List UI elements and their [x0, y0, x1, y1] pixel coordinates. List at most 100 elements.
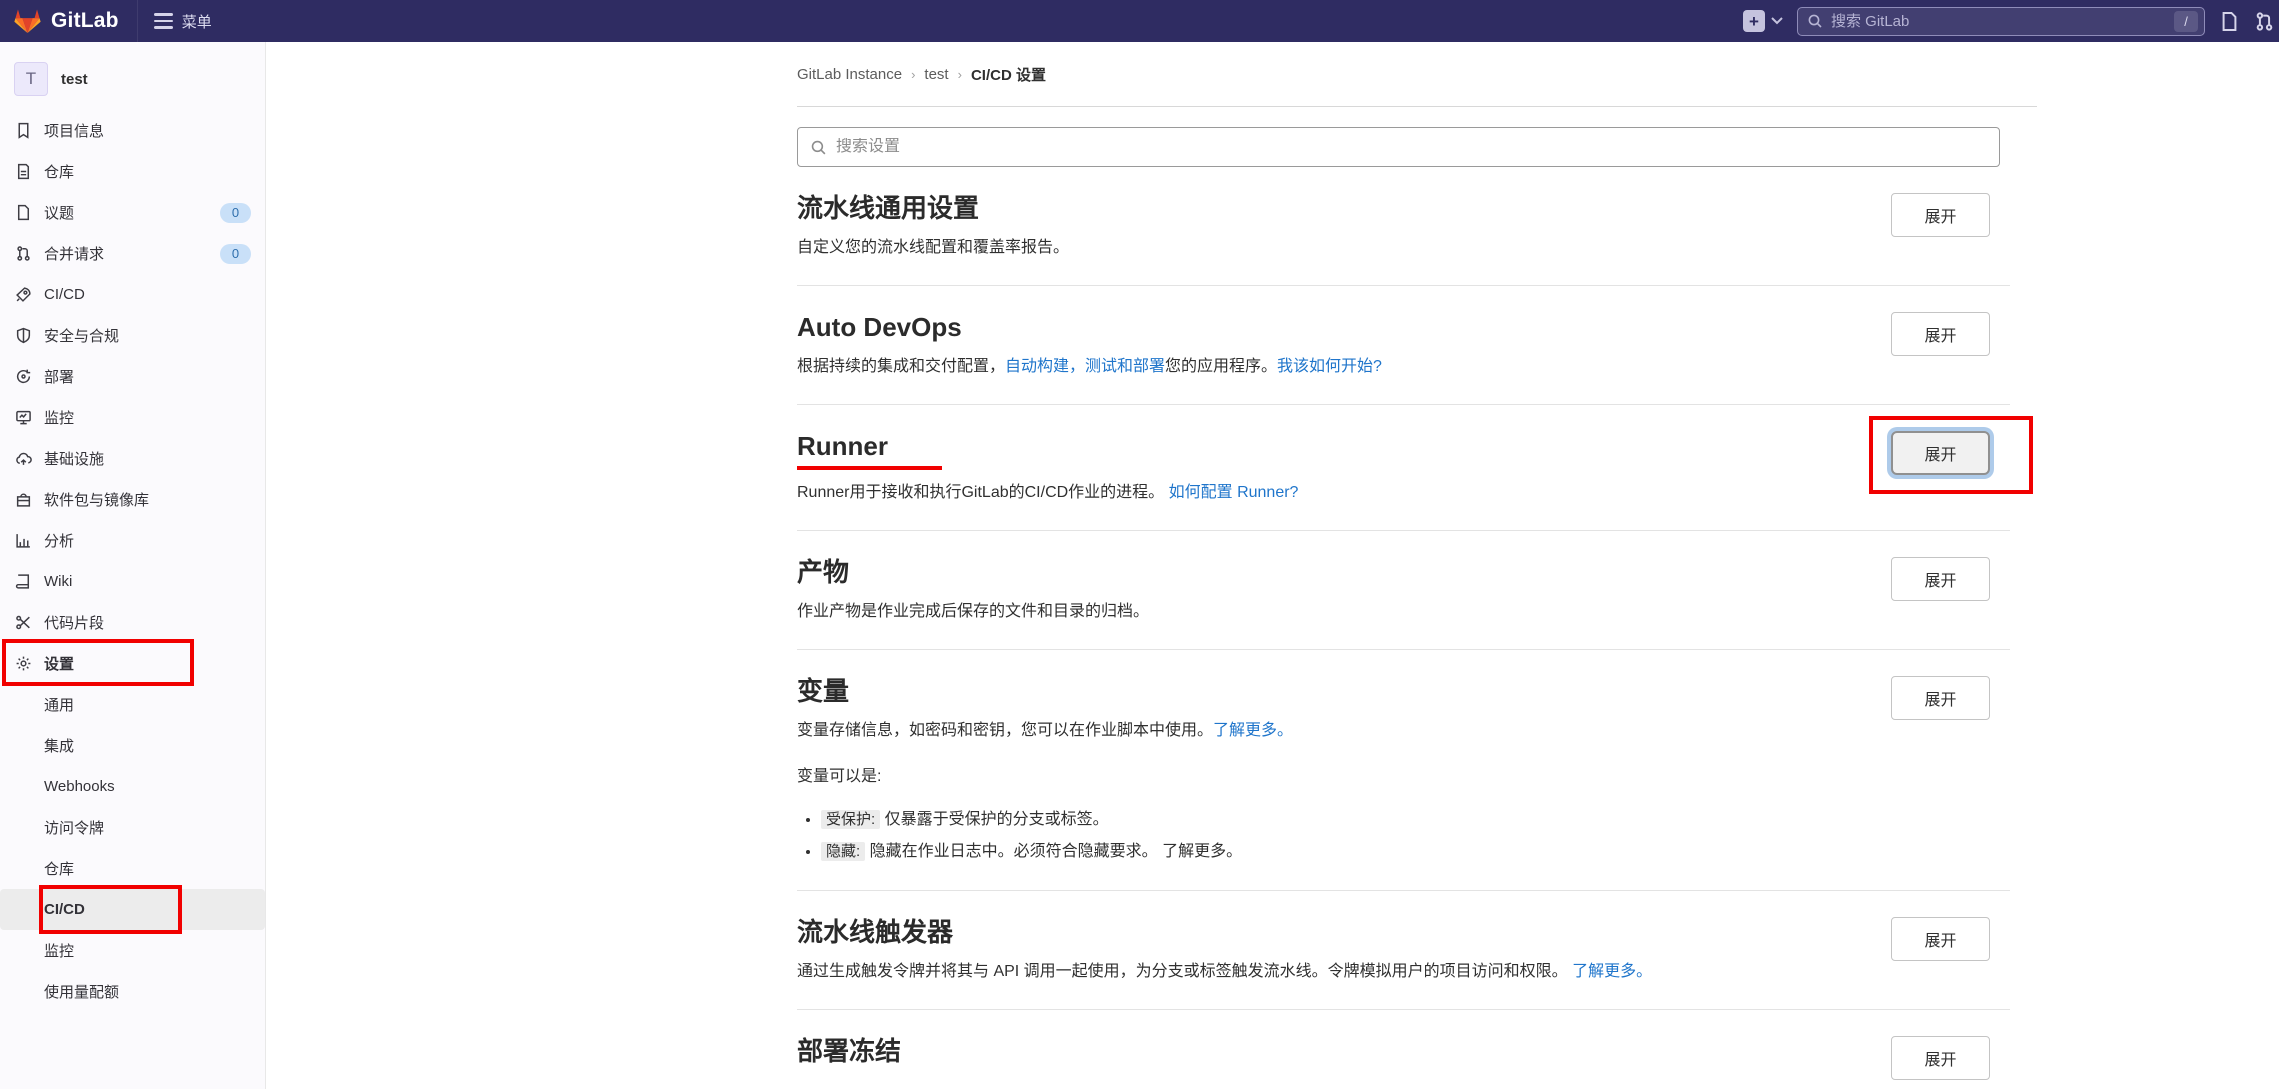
how-to-start-link[interactable]: 我该如何开始? — [1277, 358, 1382, 375]
menu-label: 菜单 — [182, 11, 212, 32]
issues-icon — [14, 204, 32, 221]
deploy-icon — [14, 368, 32, 385]
breadcrumb: GitLab Instance › test › CI/CD 设置 — [797, 64, 2010, 85]
sidebar-item-monitor[interactable]: 监控 — [0, 397, 265, 438]
project-info-icon — [14, 122, 32, 139]
annotation-underline-runner — [797, 466, 942, 470]
hamburger-icon — [154, 13, 173, 29]
list-item: 隐藏: 隐藏在作业日志中。必须符合隐藏要求。 了解更多。 — [821, 840, 1798, 864]
top-navbar: GitLab 菜单 + / — [0, 0, 2279, 42]
section-runner: Runner Runner用于接收和执行GitLab的CI/CD作业的进程。 如… — [797, 405, 2010, 531]
slash-shortcut-key: / — [2174, 11, 2198, 32]
auto-devops-link[interactable]: 自动构建，测试和部署 — [1005, 358, 1165, 375]
book-icon — [14, 573, 32, 590]
sidebar-subitem-webhooks[interactable]: Webhooks — [0, 766, 265, 807]
brand-name: GitLab — [51, 9, 119, 33]
repository-icon — [14, 163, 32, 180]
project-header[interactable]: T test — [0, 54, 265, 110]
section-title: Auto DevOps — [797, 310, 1798, 344]
section-title: 流水线触发器 — [797, 915, 1798, 949]
expand-button-runner[interactable]: 展开 — [1891, 431, 1990, 475]
variables-subheading: 变量可以是: — [797, 762, 1798, 786]
search-icon — [810, 139, 827, 156]
sidebar-item-repository[interactable]: 仓库 — [0, 151, 265, 192]
sidebar-item-infrastructure[interactable]: 基础设施 — [0, 438, 265, 479]
project-sidebar: T test 项目信息 仓库 议题 0 合并请求 0 CI/CD 安全与合规 — [0, 42, 266, 1089]
settings-search-input[interactable] — [827, 138, 1987, 156]
section-title: 部署冻结 — [797, 1034, 1798, 1068]
breadcrumb-root[interactable]: GitLab Instance — [797, 66, 902, 83]
sidebar-subitem-usage-quotas[interactable]: 使用量配额 — [0, 971, 265, 1012]
merge-requests-count-badge: 0 — [220, 244, 251, 264]
expand-button[interactable]: 展开 — [1891, 193, 1990, 237]
expand-button[interactable]: 展开 — [1891, 1036, 1990, 1080]
settings-search-box[interactable] — [797, 127, 2000, 167]
section-deploy-freeze: 部署冻结 展开 — [797, 1010, 2010, 1089]
section-title: Runner — [797, 429, 1798, 463]
shield-icon — [14, 327, 32, 344]
gear-icon — [14, 655, 32, 672]
sidebar-item-wiki[interactable]: Wiki — [0, 561, 265, 602]
chevron-right-icon: › — [958, 67, 962, 82]
sidebar-item-analytics[interactable]: 分析 — [0, 520, 265, 561]
masked-badge: 隐藏: — [821, 842, 865, 861]
breadcrumb-project[interactable]: test — [924, 66, 948, 83]
sidebar-item-security[interactable]: 安全与合规 — [0, 315, 265, 356]
rocket-icon — [14, 286, 32, 303]
chart-icon — [14, 532, 32, 549]
project-avatar: T — [14, 62, 48, 96]
protected-badge: 受保护: — [821, 810, 880, 829]
section-title: 变量 — [797, 674, 1798, 708]
learn-more-link[interactable]: 了解更多。 — [1572, 963, 1652, 980]
gitlab-tanuki-icon — [14, 8, 41, 34]
learn-more-link[interactable]: 了解更多。 — [1213, 722, 1293, 739]
sidebar-item-project-info[interactable]: 项目信息 — [0, 110, 265, 151]
global-search-input[interactable] — [1823, 13, 2174, 30]
section-title: 产物 — [797, 555, 1798, 589]
plus-icon: + — [1743, 10, 1765, 32]
sidebar-subitem-access-tokens[interactable]: 访问令牌 — [0, 807, 265, 848]
section-pipeline-general: 流水线通用设置 自定义您的流水线配置和覆盖率报告。 展开 — [797, 167, 2010, 286]
section-artifacts: 产物 作业产物是作业完成后保存的文件和目录的归档。 展开 — [797, 531, 2010, 650]
sidebar-subitem-cicd[interactable]: CI/CD — [0, 889, 265, 930]
sidebar-subitem-general[interactable]: 通用 — [0, 684, 265, 725]
project-name: test — [61, 71, 88, 88]
expand-button[interactable]: 展开 — [1891, 312, 1990, 356]
sidebar-item-cicd[interactable]: CI/CD — [0, 274, 265, 315]
issues-icon[interactable] — [2219, 11, 2240, 32]
section-pipeline-triggers: 流水线触发器 通过生成触发令牌并将其与 API 调用一起使用，为分支或标签触发流… — [797, 891, 2010, 1010]
learn-more-link[interactable]: 了解更多。 — [1162, 843, 1242, 860]
breadcrumb-current: CI/CD 设置 — [971, 64, 1046, 85]
merge-requests-icon[interactable] — [2254, 11, 2275, 32]
issues-count-badge: 0 — [220, 203, 251, 223]
main-content: GitLab Instance › test › CI/CD 设置 流水线通用设… — [266, 42, 2279, 1089]
section-variables: 变量 变量存储信息，如密码和密钥，您可以在作业脚本中使用。了解更多。 变量可以是… — [797, 650, 2010, 891]
sidebar-subitem-integrations[interactable]: 集成 — [0, 725, 265, 766]
sidebar-subitem-monitor[interactable]: 监控 — [0, 930, 265, 971]
list-item: 受保护: 仅暴露于受保护的分支或标签。 — [821, 808, 1798, 832]
scissors-icon — [14, 614, 32, 631]
sidebar-item-settings[interactable]: 设置 — [0, 643, 265, 684]
variables-list: 受保护: 仅暴露于受保护的分支或标签。 隐藏: 隐藏在作业日志中。必须符合隐藏要… — [821, 808, 1798, 864]
configure-runner-link[interactable]: 如何配置 Runner? — [1169, 484, 1299, 501]
gitlab-logo[interactable]: GitLab — [0, 0, 137, 42]
package-icon — [14, 491, 32, 508]
menu-button[interactable]: 菜单 — [137, 0, 228, 42]
new-item-dropdown[interactable]: + — [1743, 10, 1783, 32]
sidebar-item-merge-requests[interactable]: 合并请求 0 — [0, 233, 265, 274]
section-title: 流水线通用设置 — [797, 191, 1798, 225]
sidebar-subitem-repository[interactable]: 仓库 — [0, 848, 265, 889]
expand-button[interactable]: 展开 — [1891, 676, 1990, 720]
expand-button[interactable]: 展开 — [1891, 557, 1990, 601]
sidebar-item-issues[interactable]: 议题 0 — [0, 192, 265, 233]
sidebar-item-snippets[interactable]: 代码片段 — [0, 602, 265, 643]
chevron-right-icon: › — [911, 67, 915, 82]
search-icon — [1807, 13, 1823, 29]
global-search-box[interactable]: / — [1797, 7, 2205, 36]
sidebar-item-deployments[interactable]: 部署 — [0, 356, 265, 397]
chevron-down-icon — [1771, 17, 1783, 25]
expand-button[interactable]: 展开 — [1891, 917, 1990, 961]
sidebar-item-packages[interactable]: 软件包与镜像库 — [0, 479, 265, 520]
breadcrumb-divider — [797, 106, 2037, 107]
cloud-gear-icon — [14, 450, 32, 467]
